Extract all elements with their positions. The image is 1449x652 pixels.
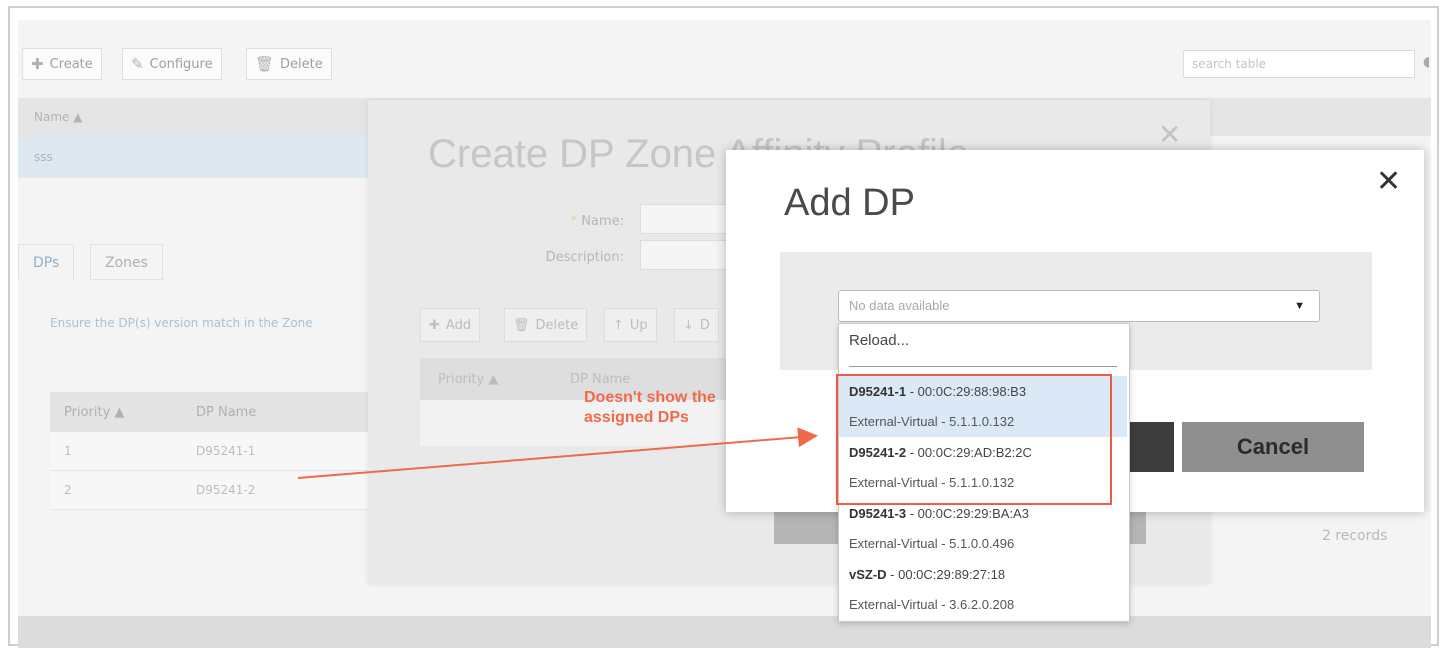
caret-down-icon[interactable]: ▼: [1294, 291, 1305, 321]
description-field[interactable]: [640, 240, 740, 270]
up-label: Up: [629, 317, 648, 333]
option-title: vSZ-D - 00:0C:29:89:27:18: [849, 567, 1005, 582]
option-mac: - 00:0C:29:29:BA:A3: [906, 506, 1029, 521]
table-row[interactable]: 2 D95241-2: [50, 471, 380, 510]
name-label-text: Name:: [581, 214, 624, 229]
trash-icon: 🗑: [255, 55, 275, 73]
create-button[interactable]: ✚ Create: [22, 48, 102, 80]
add-dp-title: Add DP: [784, 182, 915, 224]
dp-name-cell: D95241-1: [196, 444, 256, 458]
plus-icon: ✚: [31, 55, 44, 73]
dp-select-value: No data available: [849, 298, 950, 313]
row-name-cell: sss: [34, 150, 53, 164]
option-name: D95241-3: [849, 506, 907, 521]
dropdown-option-vsz-d[interactable]: vSZ-D - 00:0C:29:89:27:18 External-Virtu…: [839, 559, 1127, 620]
search-clear-icon[interactable]: ◖: [1423, 54, 1430, 70]
cancel-button[interactable]: Cancel: [1182, 422, 1364, 472]
delete-dp-label: Delete: [535, 317, 579, 333]
delete-dp-button[interactable]: 🗑 Delete: [504, 308, 588, 342]
priority-cell: 1: [64, 444, 72, 458]
tab-zones[interactable]: Zones: [90, 244, 163, 280]
add-label: Add: [445, 317, 472, 333]
records-count: 2 records: [1322, 528, 1388, 544]
table-row[interactable]: 1 D95241-1: [50, 432, 380, 471]
dp-name-header[interactable]: DP Name: [570, 372, 630, 387]
add-button[interactable]: ✚ Add: [420, 308, 481, 342]
tab-dps[interactable]: DPs: [18, 244, 75, 280]
priority-header[interactable]: Priority ▲: [438, 372, 498, 387]
column-name-header[interactable]: Name ▲: [34, 110, 82, 124]
required-mark: *: [570, 214, 578, 229]
reload-divider: [849, 366, 1117, 367]
down-label: D: [699, 317, 710, 333]
option-name: vSZ-D: [849, 567, 887, 582]
option-detail: External-Virtual - 3.6.2.0.208: [849, 597, 1015, 612]
annotation-line-1: Doesn't show the: [584, 389, 716, 406]
close-icon[interactable]: ✕: [1376, 164, 1401, 199]
version-note: Ensure the DP(s) version match in the Zo…: [50, 316, 313, 330]
priority-header[interactable]: Priority ▲: [64, 405, 124, 420]
priority-cell: 2: [64, 483, 72, 497]
annotation-line-2: assigned DPs: [584, 409, 689, 426]
footer-bar: [18, 616, 1431, 648]
delete-label: Delete: [280, 56, 323, 72]
arrow-up-icon: ↑: [613, 317, 624, 333]
close-icon[interactable]: ✕: [1158, 118, 1181, 151]
dropdown-option-d95241-3[interactable]: D95241-3 - 00:0C:29:29:BA:A3 External-Vi…: [839, 498, 1127, 559]
option-detail: External-Virtual - 5.1.0.0.496: [849, 536, 1015, 551]
name-field[interactable]: [640, 204, 740, 234]
search-input[interactable]: search table: [1183, 50, 1415, 78]
reload-option[interactable]: Reload...: [849, 332, 909, 349]
trash-icon: 🗑: [513, 317, 530, 333]
delete-button[interactable]: 🗑 Delete: [246, 48, 332, 80]
dp-select[interactable]: No data available ▼: [838, 290, 1320, 322]
configure-label: Configure: [149, 56, 213, 72]
create-label: Create: [49, 56, 93, 72]
option-title: D95241-3 - 00:0C:29:29:BA:A3: [849, 506, 1029, 521]
description-label: Description:: [545, 250, 624, 265]
option-mac: - 00:0C:29:89:27:18: [886, 567, 1006, 582]
dp-name-cell: D95241-2: [196, 483, 256, 497]
pencil-icon: ✎: [131, 55, 144, 73]
name-label: * Name:: [504, 214, 624, 229]
configure-button[interactable]: ✎ Configure: [122, 48, 222, 80]
up-button[interactable]: ↑ Up: [604, 308, 657, 342]
down-button[interactable]: ↓ D: [674, 308, 719, 342]
plus-icon: ✚: [429, 317, 440, 333]
dps-grid-header: Priority ▲ DP Name: [50, 392, 380, 432]
dp-name-header[interactable]: DP Name: [196, 405, 256, 420]
table-row[interactable]: sss: [18, 136, 378, 178]
annotation-text: Doesn't show the assigned DPs: [584, 388, 716, 428]
arrow-down-icon: ↓: [683, 317, 694, 333]
annotation-highlight-box: [836, 374, 1112, 505]
